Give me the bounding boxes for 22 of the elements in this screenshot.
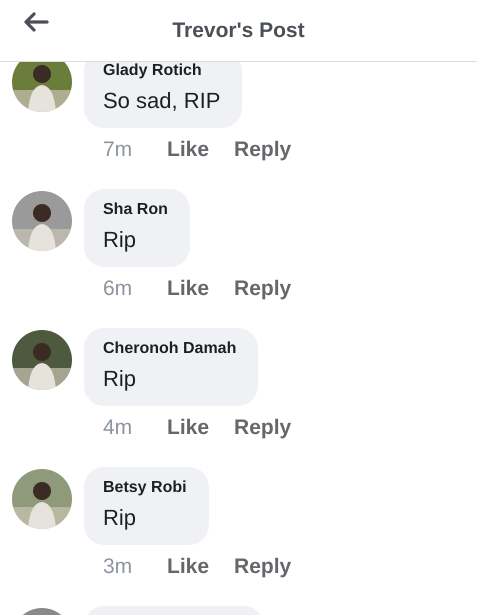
comment-time: 6m	[103, 277, 134, 301]
comment-time: 7m	[103, 138, 134, 162]
comment-text: So sad, RIP	[103, 88, 220, 114]
author-name[interactable]: Sha Ron	[103, 201, 168, 219]
like-button[interactable]: Like	[167, 277, 210, 301]
comment-text: Rip	[103, 505, 138, 531]
post-title: Trevor's Post	[172, 18, 305, 42]
like-button[interactable]: Like	[167, 138, 210, 162]
reply-button[interactable]: Reply	[234, 138, 292, 162]
author-name[interactable]: Glady Rotich	[103, 62, 220, 80]
reply-button[interactable]: Reply	[234, 416, 292, 440]
comment-time: 4m	[103, 416, 134, 440]
reply-button[interactable]: Reply	[234, 555, 292, 579]
author-name[interactable]: Betsy Robi	[103, 479, 187, 497]
comment-text: Rip	[103, 227, 138, 253]
reply-button[interactable]: Reply	[234, 277, 292, 301]
comment-time: 3m	[103, 555, 134, 579]
back-icon[interactable]	[23, 12, 49, 32]
like-button[interactable]: Like	[167, 555, 210, 579]
like-button[interactable]: Like	[167, 416, 210, 440]
author-name[interactable]: Cheronoh Damah	[103, 340, 236, 358]
comment-text: Rip	[103, 366, 138, 392]
